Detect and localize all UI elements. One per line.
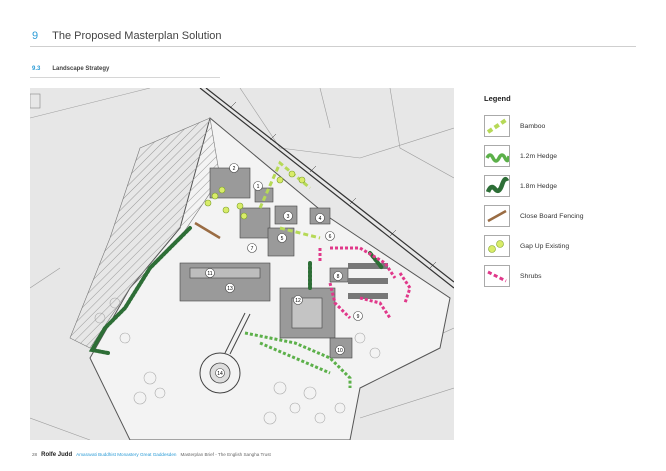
section-title: The Proposed Masterplan Solution — [52, 30, 222, 42]
page-footer: 28 Rolfe Judd Amaravati Buddhist Monaste… — [32, 452, 271, 458]
svg-text:1: 1 — [257, 184, 260, 190]
subsection-header: 9.3 Landscape Strategy — [32, 66, 109, 72]
legend-item-hedge-1-2m: 1.2m Hedge — [484, 141, 644, 171]
marker-6: 6 — [325, 231, 335, 241]
svg-text:6: 6 — [329, 234, 332, 240]
svg-text:7: 7 — [251, 246, 254, 252]
legend-label: Gap Up Existing — [520, 242, 570, 250]
landscape-masterplan-map: 1 2 3 4 5 6 7 8 9 10 11 12 13 14 — [30, 88, 454, 440]
svg-text:3: 3 — [287, 214, 290, 220]
svg-text:10: 10 — [337, 348, 343, 354]
legend-label: Close Board Fencing — [520, 212, 584, 220]
marker-8: 8 — [333, 271, 343, 281]
marker-2: 2 — [229, 163, 239, 173]
gap-up-swatch — [484, 235, 510, 257]
svg-text:2: 2 — [233, 166, 236, 172]
svg-text:8: 8 — [337, 274, 340, 280]
header-divider — [30, 46, 636, 47]
brand-name: Rolfe Judd — [41, 452, 73, 458]
marker-14: 14 — [215, 368, 225, 378]
svg-text:4: 4 — [319, 216, 322, 222]
hedge-1-8m-swatch — [484, 175, 510, 197]
marker-11: 11 — [205, 268, 215, 278]
section-number: 9 — [32, 30, 39, 42]
svg-text:5: 5 — [281, 236, 284, 242]
marker-12: 12 — [293, 295, 303, 305]
marker-13: 13 — [225, 283, 235, 293]
legend-item-hedge-1-8m: 1.8m Hedge — [484, 171, 644, 201]
legend-item-shrubs: Shrubs — [484, 261, 644, 291]
legend-item-gap-up: Gap Up Existing — [484, 231, 644, 261]
marker-3: 3 — [283, 211, 293, 221]
legend-label: Bamboo — [520, 122, 546, 130]
bamboo-swatch — [484, 115, 510, 137]
marker-9: 9 — [353, 311, 363, 321]
legend-item-bamboo: Bamboo — [484, 111, 644, 141]
svg-text:12: 12 — [295, 298, 301, 304]
marker-10: 10 — [335, 345, 345, 355]
subsection-number: 9.3 — [32, 66, 41, 72]
svg-text:11: 11 — [207, 271, 212, 277]
shrubs-swatch — [484, 265, 510, 287]
legend-label: 1.2m Hedge — [520, 152, 558, 160]
legend-label: 1.8m Hedge — [520, 182, 558, 190]
legend-label: Shrubs — [520, 272, 542, 280]
fencing-swatch — [484, 205, 510, 227]
marker-5: 5 — [277, 233, 287, 243]
svg-text:9: 9 — [357, 314, 360, 320]
subsection-divider — [30, 77, 220, 78]
marker-4: 4 — [315, 213, 325, 223]
marker-1: 1 — [253, 181, 263, 191]
hedge-1-2m-swatch — [484, 145, 510, 167]
svg-text:13: 13 — [227, 286, 233, 292]
marker-7: 7 — [247, 243, 257, 253]
page-number: 28 — [32, 452, 38, 457]
page-header: 9 The Proposed Masterplan Solution — [32, 30, 222, 42]
map-drawing: 1 2 3 4 5 6 7 8 9 10 11 12 13 14 — [30, 88, 454, 440]
document-name: Masterplan Brief - The English Sangha Tr… — [180, 452, 271, 457]
legend-title: Legend — [484, 94, 511, 103]
legend-panel: Legend Bamboo 1.2m Hedge 1.8m Hedge Clos… — [484, 94, 644, 291]
svg-text:14: 14 — [217, 371, 223, 377]
project-name: Amaravati Buddhist Monastery Great Gadde… — [76, 452, 177, 457]
legend-item-fencing: Close Board Fencing — [484, 201, 644, 231]
subsection-title: Landscape Strategy — [52, 66, 110, 72]
